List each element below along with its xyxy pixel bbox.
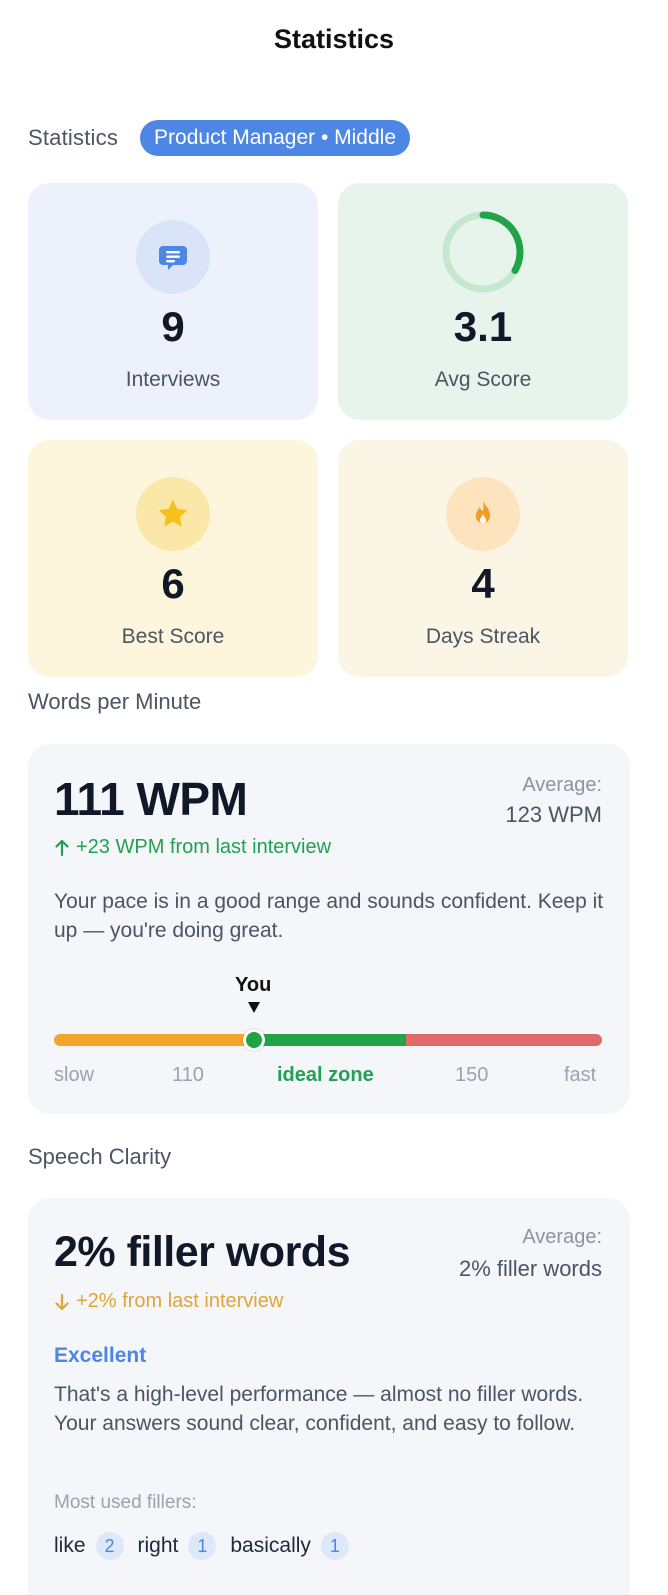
progress-ring-icon xyxy=(440,209,526,295)
avg-score-value: 3.1 xyxy=(453,303,513,350)
scale-segment-fast xyxy=(406,1034,602,1046)
filler-item: basically 1 xyxy=(230,1532,349,1560)
scale-segment-slow xyxy=(54,1034,254,1046)
filler-item: like 2 xyxy=(54,1532,124,1560)
filler-word: basically xyxy=(230,1534,311,1557)
filler-count-badge: 1 xyxy=(188,1532,217,1560)
scale-label-150: 150 xyxy=(455,1064,489,1086)
scale-label-110: 110 xyxy=(172,1064,204,1086)
avg-score-card[interactable]: 3.1 Avg Score xyxy=(338,183,628,420)
interviews-value: 9 xyxy=(161,303,185,350)
star-icon xyxy=(136,477,210,551)
clarity-heading: Speech Clarity xyxy=(28,1144,172,1169)
fillers-list: like 2 right 1 basically 1 xyxy=(54,1532,349,1560)
you-label: You xyxy=(235,974,272,996)
wpm-marker xyxy=(243,1029,265,1051)
clarity-average-label: Average: xyxy=(522,1226,602,1248)
you-pointer-icon xyxy=(248,1002,260,1013)
filler-word: like xyxy=(54,1534,86,1557)
role-badge[interactable]: Product Manager • Middle xyxy=(140,120,411,156)
page-title: Statistics xyxy=(273,24,395,54)
scale-label-ideal: ideal zone xyxy=(277,1064,374,1086)
clarity-delta: +2% from last interview xyxy=(54,1290,283,1313)
clarity-value: 2% filler words xyxy=(54,1228,350,1276)
wpm-average-label: Average: xyxy=(522,774,602,796)
best-score-label: Best Score xyxy=(121,625,225,648)
clarity-average-value: 2% filler words xyxy=(458,1256,602,1281)
wpm-average-value: 123 WPM xyxy=(505,802,602,827)
scale-label-slow: slow xyxy=(54,1064,95,1086)
streak-card[interactable]: 4 Days Streak xyxy=(338,440,628,677)
clarity-description: That's a high-level performance — almost… xyxy=(54,1383,584,1435)
wpm-delta: +23 WPM from last interview xyxy=(54,836,331,859)
clarity-rating: Excellent xyxy=(54,1344,147,1367)
wpm-panel: 111 WPM Average: 123 WPM +23 WPM from la… xyxy=(28,744,630,1114)
top-bar: Statistics xyxy=(0,0,668,80)
wpm-delta-text: +23 WPM from last interview xyxy=(76,836,332,858)
filler-item: right 1 xyxy=(138,1532,217,1560)
best-score-value: 6 xyxy=(161,560,185,607)
arrow-up-icon xyxy=(55,839,69,856)
arrow-down-icon xyxy=(55,1293,69,1310)
wpm-description: Your pace is in a good range and sounds … xyxy=(54,890,604,942)
streak-label: Days Streak xyxy=(425,625,541,648)
interviews-card[interactable]: 9 Interviews xyxy=(28,183,318,420)
clarity-panel: 2% filler words Average: 2% filler words… xyxy=(28,1198,630,1595)
flame-icon xyxy=(446,477,520,551)
scale-label-fast: fast xyxy=(564,1064,597,1086)
chat-bubble-icon xyxy=(136,220,210,294)
best-score-card[interactable]: 6 Best Score xyxy=(28,440,318,677)
scale-segment-ideal xyxy=(254,1034,406,1046)
clarity-delta-text: +2% from last interview xyxy=(76,1290,284,1312)
interviews-label: Interviews xyxy=(125,368,221,391)
streak-value: 4 xyxy=(471,560,495,607)
stats-section-label: Statistics xyxy=(28,125,119,150)
filler-word: right xyxy=(137,1534,179,1557)
wpm-heading: Words per Minute xyxy=(28,689,202,714)
fillers-heading: Most used fillers: xyxy=(54,1492,197,1513)
wpm-value: 111 WPM xyxy=(54,773,248,825)
filler-count-badge: 2 xyxy=(95,1532,124,1560)
avg-score-label: Avg Score xyxy=(434,368,532,391)
filler-count-badge: 1 xyxy=(320,1532,349,1560)
wpm-scale-bar xyxy=(54,1029,602,1051)
stats-section-header: Statistics Product Manager • Middle xyxy=(28,118,411,158)
